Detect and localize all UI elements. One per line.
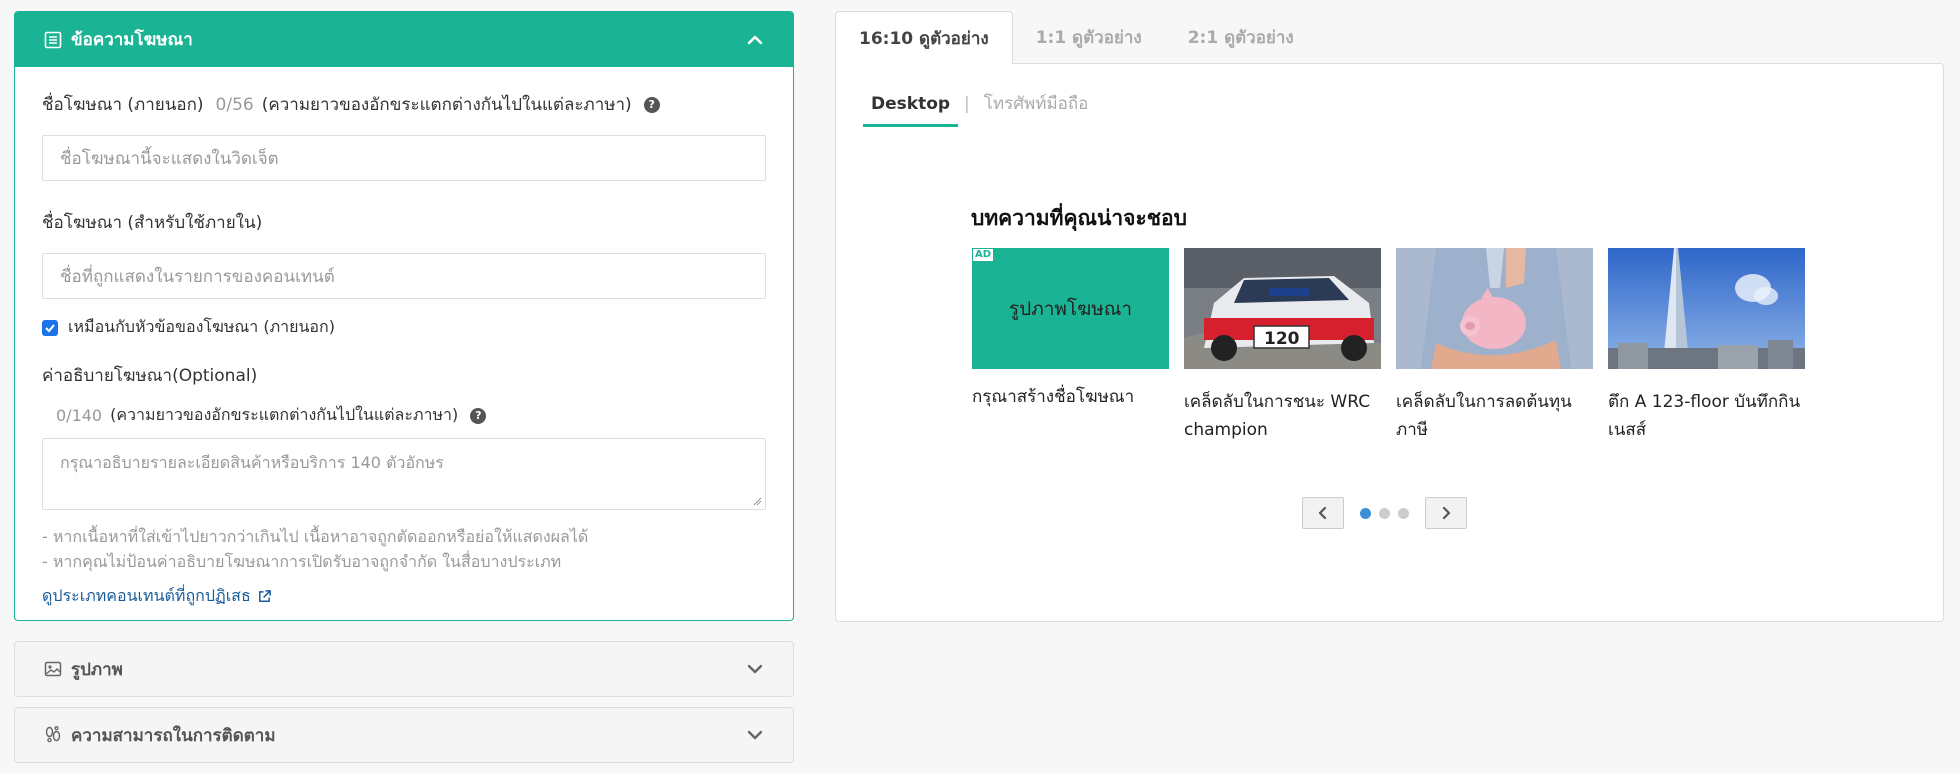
checkmark-icon (45, 323, 55, 332)
ad-image-placeholder-text: รูปภาพโฆษณา (1008, 297, 1133, 320)
description-hint: (ความยาวของอักขระแตกต่างกันไปในแต่ละภาษา… (110, 405, 459, 424)
external-name-hint: (ความยาวของอักขระแตกต่างกันไปในแต่ละภาษา… (261, 95, 632, 115)
document-icon (44, 31, 62, 48)
chevron-up-icon[interactable] (745, 30, 765, 50)
left-column: ข้อความโฆษณา ชื่อโฆษณา (ภายนอก) 0/56 (คว… (14, 11, 794, 763)
article-card[interactable]: เคล็ดลับในการลดต้นทุนภาษี (1396, 248, 1593, 444)
device-tabs: Desktop | โทรศัพท์มือถือ (863, 90, 1096, 130)
image-panel-header[interactable]: รูปภาพ (14, 641, 794, 697)
widget-title: บทความที่คุณน่าจะชอบ (971, 206, 1187, 230)
same-as-external-checkbox[interactable] (42, 319, 58, 336)
external-name-input[interactable]: ชื่อโฆษณานี้จะแสดงในวิดเจ็ต (42, 135, 766, 181)
tracking-panel-header[interactable]: ความสามารถในการติดตาม (14, 707, 794, 763)
ad-badge: AD (973, 249, 994, 261)
description-counter: 0/140 (56, 406, 103, 425)
preview-column: 16:10 ดูตัวอย่าง 1:1 ดูตัวอย่าง 2:1 ดูตั… (835, 11, 1944, 622)
device-tab-separator: | (964, 93, 970, 114)
external-name-label-row: ชื่อโฆษณา (ภายนอก) 0/56 (ความยาวของอักขร… (42, 91, 766, 118)
article-card[interactable]: ตึก A 123-floor บันทึกกินเนสส์ (1608, 248, 1805, 444)
description-counter-row: 0/140 (ความยาวของอักขระแตกต่างกันไปในแต่… (42, 403, 766, 428)
tab-mobile[interactable]: โทรศัพท์มือถือ (976, 90, 1097, 130)
footprints-icon (45, 726, 61, 743)
image-panel-title: รูปภาพ (71, 659, 123, 680)
rejected-content-link[interactable]: ดูประเภทคอนเทนต์ที่ถูกปฏิเสธ (42, 584, 272, 609)
pager-dot[interactable] (1379, 507, 1390, 519)
pager-dot[interactable] (1360, 507, 1371, 519)
description-label-row: ค่าอธิบายโฆษณา (Optional) (42, 362, 766, 389)
internal-name-label-row: ชื่อโฆษณา (สำหรับใช้ภายใน) (42, 209, 766, 236)
ad-card[interactable]: AD รูปภาพโฆษณา กรุณาสร้างชื่อโฆษณา (972, 248, 1169, 444)
note-line-1: - หากเนื้อหาที่ใส่เข้าไปยาวกว่าเกินไป เน… (42, 527, 589, 546)
ad-text-panel-body: ชื่อโฆษณา (ภายนอก) 0/56 (ความยาวของอักขร… (15, 67, 793, 620)
internal-name-input[interactable]: ชื่อที่ถูกแสดงในรายการของคอนเทนต์ (42, 253, 766, 299)
tab-1-1[interactable]: 1:1 ดูตัวอย่าง (1013, 11, 1165, 64)
ad-text-panel-header[interactable]: ข้อความโฆษณา (15, 12, 793, 67)
chevron-right-icon (1442, 506, 1451, 520)
tab-2-1[interactable]: 2:1 ดูตัวอย่าง (1165, 11, 1317, 64)
description-textarea[interactable]: กรุณาอธิบายรายละเอียดสินค้าหรือบริการ 14… (42, 438, 766, 510)
chevron-left-icon (1318, 506, 1327, 520)
external-name-label: ชื่อโฆษณา (ภายนอก) (42, 95, 204, 115)
external-name-counter: 0/56 (215, 94, 254, 115)
external-name-placeholder: ชื่อโฆษณานี้จะแสดงในวิดเจ็ต (60, 148, 279, 169)
resize-grip-icon[interactable] (752, 496, 762, 506)
pager-dots (1360, 507, 1409, 519)
svg-text:120: 120 (1264, 329, 1300, 349)
card-title: ตึก A 123-floor บันทึกกินเนสส์ (1608, 392, 1801, 440)
image-icon (44, 661, 62, 677)
rally-car-image: 120 (1184, 248, 1381, 369)
prev-button[interactable] (1302, 497, 1344, 529)
carousel-pager (1302, 497, 1467, 529)
description-placeholder: กรุณาอธิบายรายละเอียดสินค้าหรือบริการ 14… (60, 453, 444, 472)
external-link-icon (258, 590, 271, 602)
card-title: กรุณาสร้างชื่อโฆษณา (972, 387, 1135, 407)
tracking-panel-title: ความสามารถในการติดตาม (71, 725, 276, 746)
help-icon[interactable]: ? (643, 96, 660, 113)
card-title: เคล็ดลับในการลดต้นทุนภาษี (1396, 392, 1572, 440)
next-button[interactable] (1425, 497, 1467, 529)
internal-name-placeholder: ชื่อที่ถูกแสดงในรายการของคอนเทนต์ (60, 266, 335, 287)
card-title: เคล็ดลับในการชนะ WRC champion (1184, 392, 1371, 440)
preview-ratio-tabs: 16:10 ดูตัวอย่าง 1:1 ดูตัวอย่าง 2:1 ดูตั… (835, 11, 1944, 65)
tab-16-10[interactable]: 16:10 ดูตัวอย่าง (835, 11, 1013, 65)
ad-thumbnail: AD รูปภาพโฆษณา (972, 248, 1169, 369)
skyscraper-image (1608, 248, 1805, 369)
pager-dot[interactable] (1398, 507, 1409, 519)
rejected-content-link-text: ดูประเภทคอนเทนต์ที่ถูกปฏิเสธ (42, 586, 251, 605)
recommendation-cards: AD รูปภาพโฆษณา กรุณาสร้างชื่อโฆษณา 120 เ… (972, 248, 1805, 444)
description-optional: (Optional) (172, 365, 258, 386)
chevron-down-icon[interactable] (745, 659, 765, 679)
chevron-down-icon[interactable] (745, 725, 765, 745)
ad-text-panel-title: ข้อความโฆษณา (71, 30, 193, 50)
help-icon[interactable]: ? (470, 407, 487, 424)
note-line-2: - หากคุณไม่ป้อนค่าอธิบายโฆษณาการเปิดรับอ… (42, 552, 562, 571)
internal-name-label: ชื่อโฆษณา (สำหรับใช้ภายใน) (42, 213, 263, 233)
piggy-bank-image (1396, 248, 1593, 369)
preview-panel: Desktop | โทรศัพท์มือถือ บทความที่คุณน่า… (835, 63, 1944, 622)
ad-text-panel: ข้อความโฆษณา ชื่อโฆษณา (ภายนอก) 0/56 (คว… (14, 11, 794, 621)
tab-desktop[interactable]: Desktop (863, 94, 959, 127)
description-label: ค่าอธิบายโฆษณา (42, 366, 173, 386)
same-as-external-row: เหมือนกับหัวข้อของโฆษณา (ภายนอก) (42, 315, 766, 340)
same-as-external-label: เหมือนกับหัวข้อของโฆษณา (ภายนอก) (68, 317, 335, 336)
article-card[interactable]: 120 เคล็ดลับในการชนะ WRC champion (1184, 248, 1381, 444)
